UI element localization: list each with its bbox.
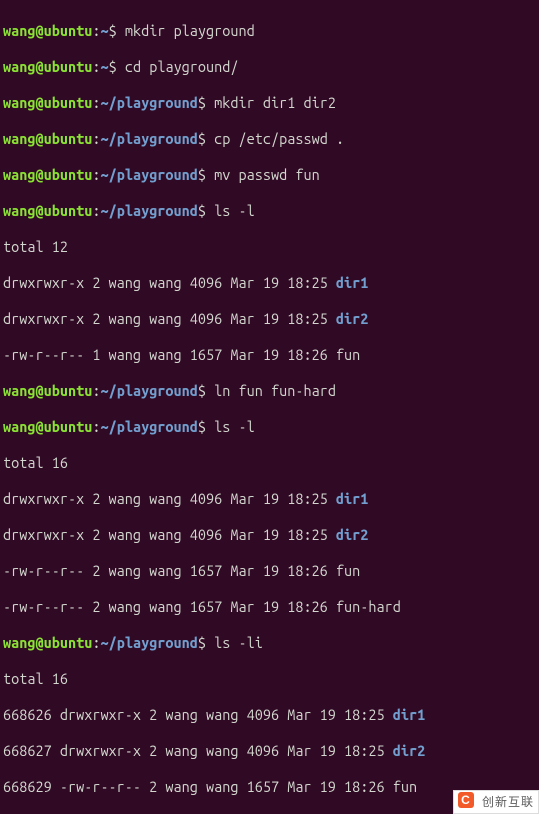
prompt-line: wang@ubuntu:~/playground$ ls -li [3, 634, 536, 652]
ls-row: -rw-r--r-- 1 wang wang 1657 Mar 19 18:26… [3, 346, 536, 364]
prompt-path: ~ [100, 22, 108, 39]
prompt-line: wang@ubuntu:~/playground$ ls -l [3, 418, 536, 436]
prompt-line: wang@ubuntu:~/playground$ mv passwd fun [3, 166, 536, 184]
command: mv passwd fun [214, 166, 320, 183]
prompt-line: wang@ubuntu:~/playground$ mkdir dir1 dir… [3, 94, 536, 112]
output-line: total 12 [3, 238, 536, 256]
ls-row: drwxrwxr-x 2 wang wang 4096 Mar 19 18:25… [3, 526, 536, 544]
prompt-line: wang@ubuntu:~/playground$ ls -l [3, 202, 536, 220]
command: ln fun fun-hard [214, 382, 336, 399]
directory-name: dir2 [336, 310, 368, 327]
watermark-badge: 创新互联 [453, 790, 539, 814]
prompt-line: wang@ubuntu:~$ cd playground/ [3, 58, 536, 76]
command: ls -l [214, 202, 255, 219]
directory-name: dir2 [336, 526, 368, 543]
ls-row: -rw-r--r-- 2 wang wang 1657 Mar 19 18:26… [3, 598, 536, 616]
prompt-user: wang [3, 22, 35, 39]
ls-row: drwxrwxr-x 2 wang wang 4096 Mar 19 18:25… [3, 274, 536, 292]
command: mkdir dir1 dir2 [214, 94, 336, 111]
command: cd playground/ [125, 58, 239, 75]
ls-row: -rw-r--r-- 2 wang wang 1657 Mar 19 18:26… [3, 562, 536, 580]
ls-row: 668627 drwxrwxr-x 2 wang wang 4096 Mar 1… [3, 742, 536, 760]
directory-name: dir1 [336, 274, 368, 291]
directory-name: dir2 [393, 742, 425, 759]
output-line: total 16 [3, 670, 536, 688]
ls-row: drwxrwxr-x 2 wang wang 4096 Mar 19 18:25… [3, 310, 536, 328]
directory-name: dir1 [336, 490, 368, 507]
prompt-line: wang@ubuntu:~/playground$ ln fun fun-har… [3, 382, 536, 400]
ls-row: 668626 drwxrwxr-x 2 wang wang 4096 Mar 1… [3, 706, 536, 724]
command: cp /etc/passwd . [214, 130, 344, 147]
output-line: total 16 [3, 454, 536, 472]
terminal-output[interactable]: wang@ubuntu:~$ mkdir playground wang@ubu… [0, 0, 539, 814]
prompt-host: ubuntu [44, 22, 93, 39]
command: ls -l [214, 418, 255, 435]
ls-row: drwxrwxr-x 2 wang wang 4096 Mar 19 18:25… [3, 490, 536, 508]
prompt-line: wang@ubuntu:~/playground$ cp /etc/passwd… [3, 130, 536, 148]
directory-name: dir1 [393, 706, 425, 723]
command: mkdir playground [125, 22, 255, 39]
command: ls -li [214, 634, 263, 651]
prompt-line: wang@ubuntu:~$ mkdir playground [3, 22, 536, 40]
